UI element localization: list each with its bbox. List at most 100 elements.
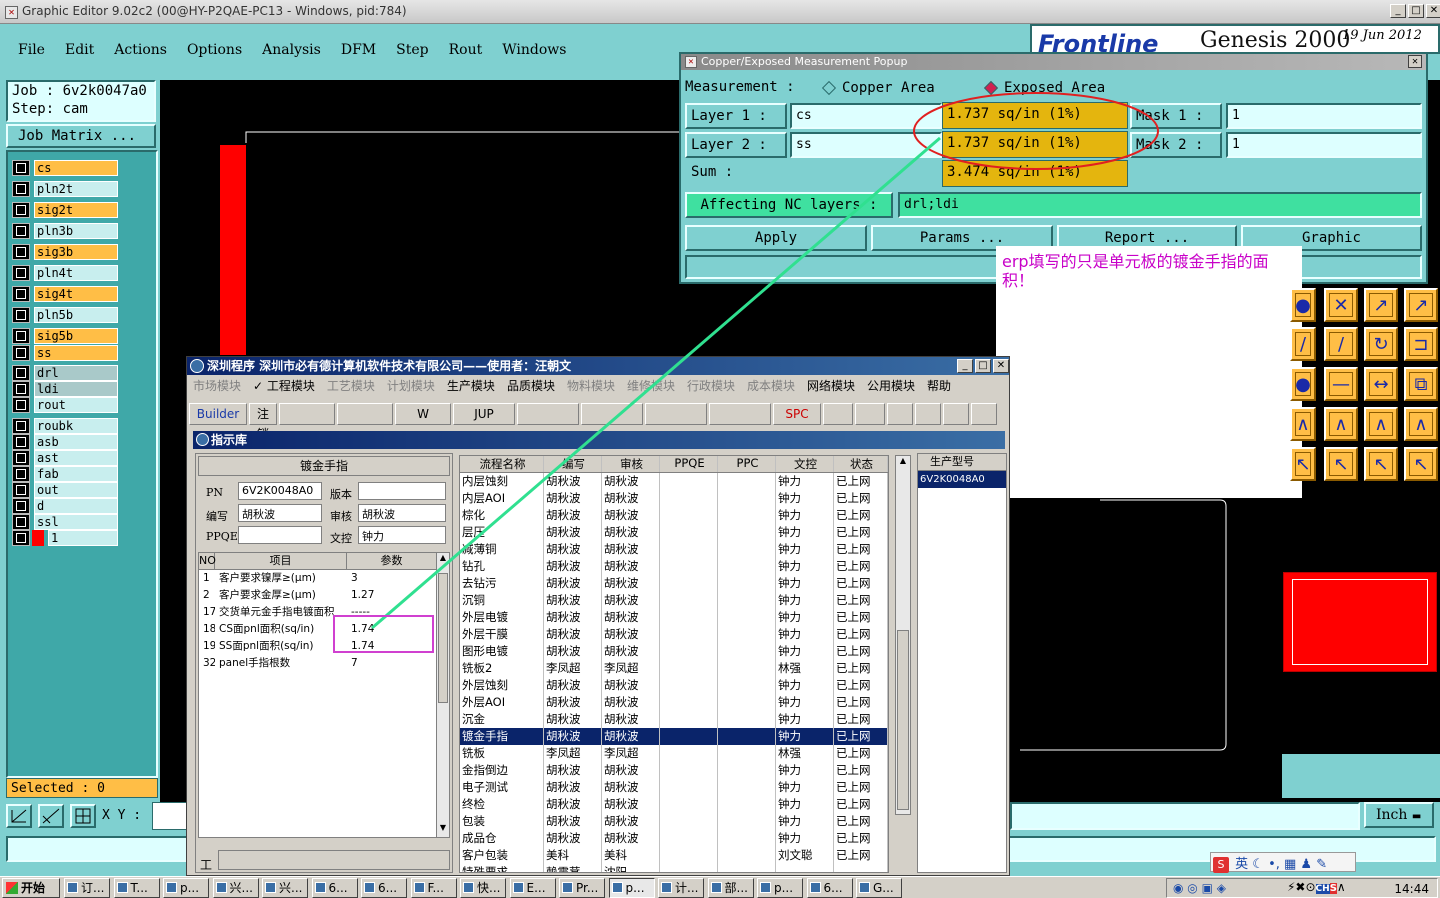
- layer-row[interactable]: d: [12, 497, 118, 514]
- reviewer-field[interactable]: 胡秋波: [358, 504, 446, 522]
- erp-tool-button[interactable]: [709, 403, 771, 425]
- menu-rout[interactable]: Rout: [439, 38, 493, 64]
- erp-tool-button[interactable]: JUP: [453, 403, 515, 425]
- erp-tool-button[interactable]: [855, 403, 885, 425]
- erp-tool-button[interactable]: [581, 403, 643, 425]
- layer-row[interactable]: ast: [12, 449, 118, 466]
- taskbar-button[interactable]: G...: [856, 878, 902, 898]
- taskbar-button[interactable]: 兴...: [212, 878, 259, 898]
- flow-scroll-thumb[interactable]: [897, 630, 909, 810]
- erp-menu-item[interactable]: 计划模块: [387, 377, 435, 394]
- layer-checkbox[interactable]: [12, 364, 30, 381]
- flow-row[interactable]: 外层蚀刻 胡秋波 胡秋波 钟力 已上网: [460, 677, 888, 694]
- layer-checkbox[interactable]: [12, 449, 30, 466]
- erp-tool-button[interactable]: [279, 403, 335, 425]
- layer-checkbox[interactable]: [12, 497, 30, 514]
- erp-minimize-button[interactable]: _: [957, 359, 973, 373]
- erp-menu-item[interactable]: 维修模块: [627, 377, 675, 394]
- edit-tool-icon[interactable]: ↖: [1364, 447, 1398, 481]
- exposed-area-radio[interactable]: Exposed Area: [983, 80, 1105, 96]
- erp-tool-button[interactable]: SPC: [773, 403, 821, 425]
- param-row[interactable]: 32 panel手指根数 7: [199, 655, 449, 672]
- layer-row[interactable]: 1: [12, 529, 118, 546]
- layer-checkbox[interactable]: [12, 465, 30, 482]
- edit-tool-icon[interactable]: /: [1290, 327, 1316, 361]
- edit-tool-icon[interactable]: ⧉: [1404, 367, 1438, 401]
- erp-menu-item[interactable]: 品质模块: [507, 377, 555, 394]
- layer-checkbox[interactable]: [12, 306, 30, 323]
- menu-actions[interactable]: Actions: [104, 38, 177, 64]
- mask2-input[interactable]: 1: [1226, 132, 1422, 158]
- flow-scrollbar[interactable]: ▲: [895, 455, 911, 815]
- flow-row[interactable]: 沉金 胡秋波 胡秋波 钟力 已上网: [460, 711, 888, 728]
- flow-row[interactable]: 钻孔 胡秋波 胡秋波 钟力 已上网: [460, 558, 888, 575]
- flow-row[interactable]: 沉铜 胡秋波 胡秋波 钟力 已上网: [460, 592, 888, 609]
- layer-checkbox[interactable]: [12, 243, 30, 260]
- menu-windows[interactable]: Windows: [492, 38, 576, 64]
- edit-tool-icon[interactable]: ↔: [1364, 367, 1398, 401]
- coordinate-field[interactable]: [1010, 802, 1360, 830]
- minimize-button[interactable]: _: [1390, 4, 1406, 18]
- affecting-nc-layers-button[interactable]: Affecting NC layers :: [685, 192, 893, 218]
- flow-header-cell[interactable]: PPQE: [660, 456, 718, 472]
- layer1-input[interactable]: cs: [790, 103, 942, 129]
- taskbar-button[interactable]: 部...: [707, 878, 754, 898]
- menu-edit[interactable]: Edit: [55, 38, 104, 64]
- erp-tool-button[interactable]: Builder: [189, 403, 247, 425]
- snap-icon[interactable]: [6, 804, 32, 828]
- erp-menu-item[interactable]: 帮助: [927, 377, 951, 394]
- production-model-item[interactable]: 6V2K0048A0: [918, 471, 1006, 488]
- erp-maximize-button[interactable]: □: [975, 359, 991, 373]
- pn-field[interactable]: 6V2K0048A0: [238, 482, 322, 500]
- flow-row[interactable]: 成品仓 胡秋波 胡秋波 钟力 已上网: [460, 830, 888, 847]
- erp-tool-button[interactable]: 注销: [249, 403, 277, 441]
- layer-checkbox[interactable]: [12, 159, 30, 176]
- edit-tool-icon[interactable]: ∧: [1364, 407, 1398, 441]
- flow-row[interactable]: 图形电镀 胡秋波 胡秋波 钟力 已上网: [460, 643, 888, 660]
- edit-tool-icon[interactable]: /: [1324, 327, 1358, 361]
- close-button[interactable]: ✕: [1426, 4, 1440, 18]
- ppqe-field[interactable]: [238, 526, 322, 544]
- taskbar-button[interactable]: 计...: [658, 878, 704, 898]
- param-scrollbar[interactable]: ▲ ▼: [436, 552, 450, 838]
- edit-tool-icon[interactable]: —: [1324, 367, 1358, 401]
- flow-row[interactable]: 铣板 李凤超 李凤超 林强 已上网: [460, 745, 888, 762]
- flow-row[interactable]: 客户包装 美科 美科 刘文聪 已上网: [460, 847, 888, 864]
- edit-tool-icon[interactable]: ●: [1290, 367, 1316, 401]
- popup-close-button[interactable]: ✕: [1408, 55, 1422, 68]
- param-row[interactable]: 1 客户要求镍厚≥(μm) 3: [199, 570, 449, 587]
- param-row[interactable]: 19 SS面pnl面积(sq/in) 1.74: [199, 638, 449, 655]
- erp-close-button[interactable]: ✕: [993, 359, 1009, 373]
- edit-tool-icon[interactable]: ∧: [1404, 407, 1438, 441]
- taskbar-button[interactable]: p...: [757, 878, 803, 898]
- taskbar-button[interactable]: 6...: [311, 878, 358, 898]
- layer-row[interactable]: drl: [12, 364, 118, 381]
- flow-header-cell[interactable]: 状态: [834, 456, 888, 472]
- param-row[interactable]: 2 客户要求金厚≥(μm) 1.27: [199, 587, 449, 604]
- erp-menu-item[interactable]: 生产模块: [447, 377, 495, 394]
- layer-row[interactable]: pln5b: [12, 306, 118, 323]
- job-matrix-button[interactable]: Job Matrix ...: [6, 124, 156, 148]
- layer-checkbox[interactable]: [12, 481, 30, 498]
- version-field[interactable]: [358, 482, 446, 500]
- erp-tool-button[interactable]: [645, 403, 707, 425]
- layer-checkbox[interactable]: [12, 529, 30, 546]
- erp-menu-item[interactable]: 成本模块: [747, 377, 795, 394]
- doc-control-field[interactable]: 钟力: [358, 526, 446, 544]
- edit-tool-icon[interactable]: ↖: [1324, 447, 1358, 481]
- taskbar-button[interactable]: 快...: [460, 878, 506, 898]
- flow-row[interactable]: 外层AOI 胡秋波 胡秋波 钟力 已上网: [460, 694, 888, 711]
- layer-row[interactable]: sig2t: [12, 201, 118, 218]
- param-row[interactable]: 18 CS面pnl面积(sq/in) 1.74: [199, 621, 449, 638]
- apply-button[interactable]: Apply: [685, 225, 867, 251]
- erp-tool-button[interactable]: [943, 403, 969, 425]
- edit-tool-icon[interactable]: ↗: [1364, 288, 1398, 322]
- layer-row[interactable]: roubk: [12, 417, 118, 434]
- taskbar-button[interactable]: 6...: [361, 878, 407, 898]
- flow-header-cell[interactable]: 编写: [544, 456, 602, 472]
- erp-tool-button[interactable]: [517, 403, 579, 425]
- flow-row[interactable]: 电子测试 胡秋波 胡秋波 钟力 已上网: [460, 779, 888, 796]
- edit-tool-icon[interactable]: ↗: [1404, 288, 1438, 322]
- taskbar-button[interactable]: p...: [163, 878, 209, 898]
- edit-tool-icon[interactable]: ↖: [1404, 447, 1438, 481]
